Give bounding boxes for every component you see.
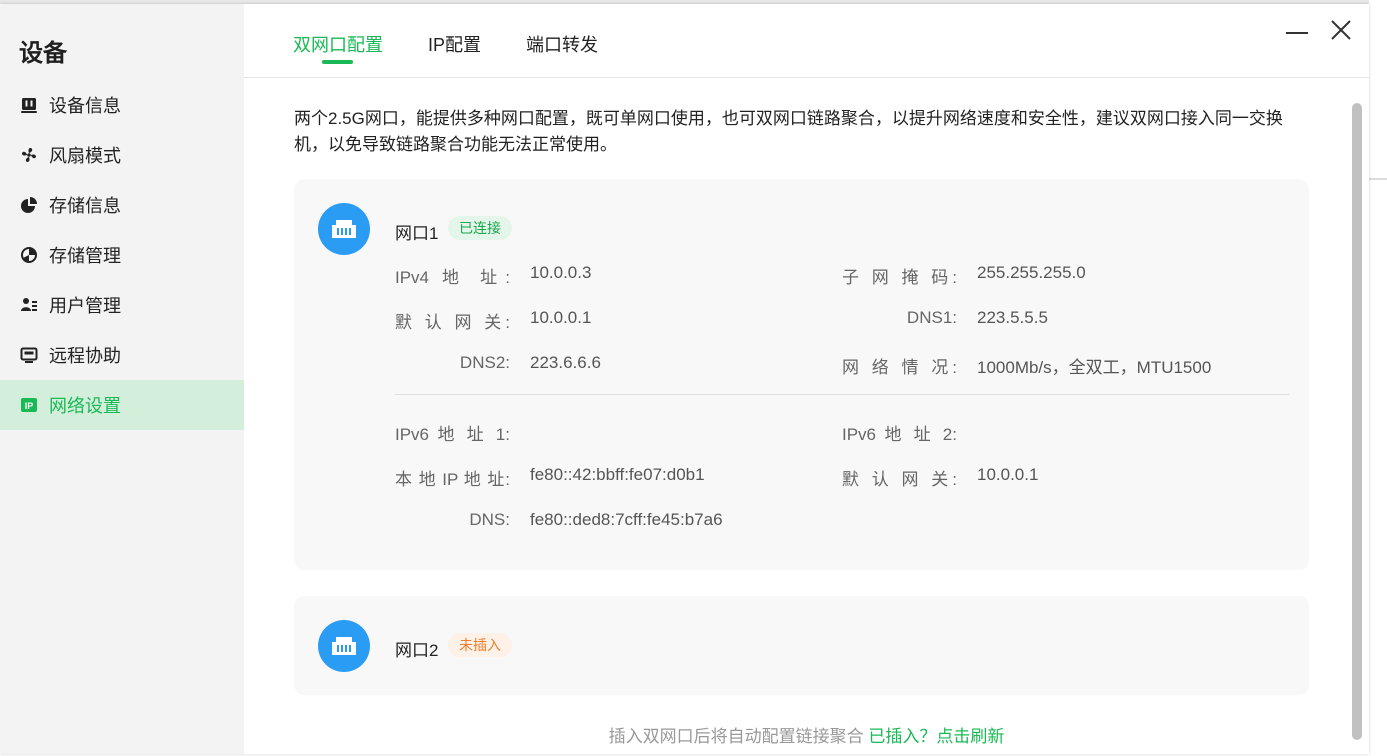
sidebar-item-label: 存储信息 — [49, 196, 121, 216]
gateway-label: 默 认 网 关: — [395, 313, 510, 332]
minimize-button[interactable] — [1281, 14, 1313, 46]
sidebar-item-label: 网络设置 — [49, 396, 121, 416]
sidebar-item-storage-manage[interactable]: 存储管理 — [0, 230, 244, 280]
ipv6-address-1-label: IPv6 地 址 1: — [395, 425, 510, 444]
sidebar-item-storage-info[interactable]: 存储信息 — [0, 180, 244, 230]
tab-port-forwarding[interactable]: 端口转发 — [526, 31, 598, 57]
status-badge: 已连接 — [448, 216, 512, 240]
tab-bar: 双网口配置 IP配置 端口转发 — [244, 4, 1369, 78]
sidebar-item-label: 风扇模式 — [49, 146, 121, 166]
ipv4-label: IPv4 地 址: — [395, 268, 510, 287]
sidebar-item-device-info[interactable]: 设备信息 — [0, 80, 244, 130]
port-name: 网口2 — [395, 641, 439, 660]
sidebar-item-remote-assist[interactable]: 远程协助 — [0, 330, 244, 380]
svg-text:IP: IP — [25, 401, 34, 411]
background-right — [1369, 0, 1387, 756]
device-info-icon — [20, 96, 38, 114]
dns2-label: DNS2: — [459, 353, 510, 372]
network-status-label: 网 络 情 况: — [842, 358, 957, 377]
network-status-value: 1000Mb/s，全双工，MTU1500 — [977, 358, 1212, 377]
port-name: 网口1 — [395, 224, 439, 243]
sidebar-item-label: 用户管理 — [49, 296, 121, 316]
dns2-value: 223.6.6.6 — [530, 353, 601, 372]
dns1-label: DNS1: — [906, 308, 957, 327]
local-ip-value: fe80::42:bbff:fe07:d0b1 — [530, 465, 705, 484]
ipv6-address-2-label: IPv6 地 址 2: — [842, 425, 957, 444]
footer-text: 插入双网口后将自动配置链接聚合 — [608, 727, 864, 746]
subnet-mask-value: 255.255.255.0 — [977, 263, 1086, 282]
local-ip-label: 本 地 IP 地 址: — [395, 470, 510, 489]
sidebar-nav: 设备信息 风扇模式 存储信息 存储管理 用户管理 远程协助 IP 网络设置 — [0, 80, 244, 430]
sidebar-item-label: 存储管理 — [49, 246, 121, 266]
active-tab-indicator — [322, 60, 353, 64]
ipv6-gateway-value: 10.0.0.1 — [977, 465, 1039, 484]
scrollbar[interactable] — [1352, 103, 1362, 740]
device-settings-window: 设备 设备信息 风扇模式 存储信息 存储管理 用户管理 远程协助 IP 网络设置… — [0, 4, 1369, 754]
fan-icon — [20, 146, 38, 164]
storage-manage-icon — [20, 246, 38, 264]
tab-dual-port-config[interactable]: 双网口配置 — [293, 31, 383, 57]
ipv6-dns-value: fe80::ded8:7cff:fe45:b7a6 — [530, 510, 723, 529]
port-card-2: 网口2 未插入 — [294, 596, 1309, 695]
sidebar-item-label: 远程协助 — [49, 346, 121, 366]
close-button[interactable] — [1325, 14, 1357, 46]
sidebar-item-user-manage[interactable]: 用户管理 — [0, 280, 244, 330]
sidebar: 设备 设备信息 风扇模式 存储信息 存储管理 用户管理 远程协助 IP 网络设置 — [0, 4, 244, 754]
ipv4-value: 10.0.0.3 — [530, 263, 592, 282]
main-panel: 双网口配置 IP配置 端口转发 两个2.5G网口，能提供多种网口配置，既可单网口… — [244, 4, 1369, 754]
ip-icon: IP — [20, 396, 38, 414]
storage-pie-icon — [20, 196, 38, 214]
ipv6-dns-label: DNS: — [469, 510, 510, 529]
ethernet-port-icon — [318, 620, 370, 672]
background-divider — [1369, 178, 1387, 180]
sidebar-item-label: 设备信息 — [49, 96, 121, 116]
tab-ip-config[interactable]: IP配置 — [428, 31, 481, 57]
refresh-link[interactable]: 已插入？点击刷新 — [868, 727, 1004, 746]
gateway-value: 10.0.0.1 — [530, 308, 592, 327]
port-card-1: 网口1 已连接 IPv4 地 址: 10.0.0.3 子 网 掩 码: 255.… — [294, 179, 1309, 570]
status-badge: 未插入 — [448, 633, 512, 657]
ethernet-port-icon — [318, 203, 370, 255]
ipv6-gateway-label: 默 认 网 关: — [842, 470, 957, 489]
sidebar-item-fan-mode[interactable]: 风扇模式 — [0, 130, 244, 180]
section-divider — [395, 394, 1289, 395]
dns1-value: 223.5.5.5 — [977, 308, 1048, 327]
sidebar-title: 设备 — [19, 40, 67, 67]
monitor-icon — [20, 346, 38, 364]
sidebar-item-network-settings[interactable]: IP 网络设置 — [0, 380, 244, 430]
users-icon — [20, 296, 38, 314]
close-icon — [1331, 20, 1351, 40]
description-text: 两个2.5G网口，能提供多种网口配置，既可单网口使用，也可双网口链路聚合，以提升… — [294, 109, 1283, 154]
subnet-mask-label: 子 网 掩 码: — [842, 268, 957, 287]
footer-hint: 插入双网口后将自动配置链接聚合 已插入？点击刷新 — [244, 722, 1369, 747]
minimize-icon — [1286, 32, 1308, 34]
